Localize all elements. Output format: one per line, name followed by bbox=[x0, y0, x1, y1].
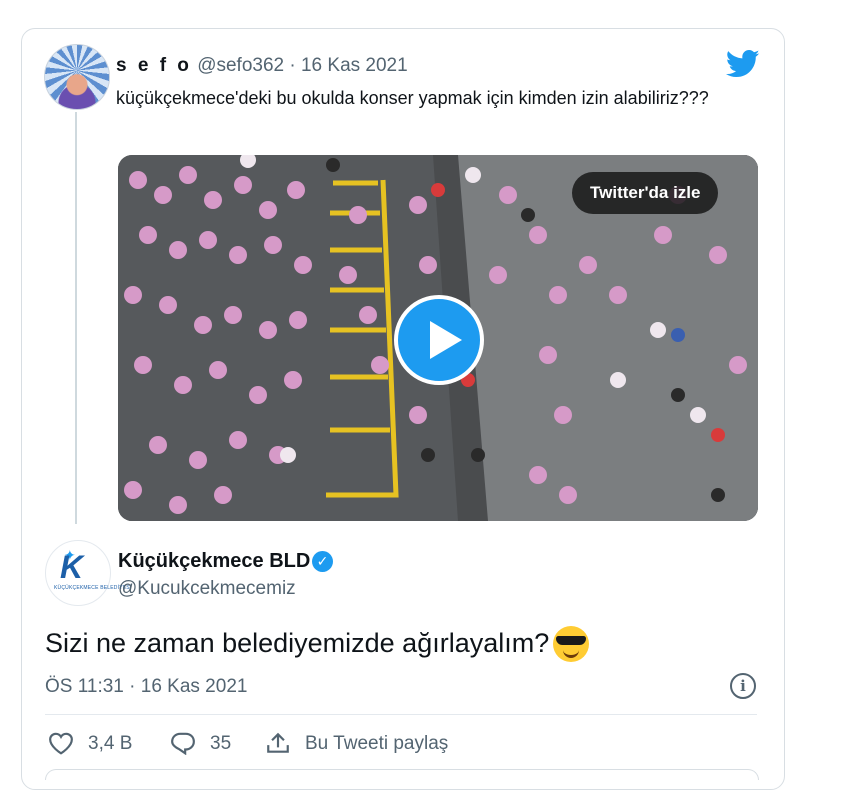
play-icon[interactable] bbox=[394, 295, 484, 385]
reply-count: 35 bbox=[210, 733, 232, 754]
logo-k-mark: K bbox=[60, 549, 84, 585]
share-icon bbox=[267, 732, 289, 753]
watch-on-twitter-button[interactable]: Twitter'da izle bbox=[572, 172, 719, 214]
reply-author-name[interactable]: Küçükçekmece BLD bbox=[118, 550, 310, 573]
quoted-tweet-text: küçükçekmece'deki bu okulda konser yapma… bbox=[116, 88, 709, 108]
quoted-tweet-header: s e f o @sefo362 · 16 Kas 2021 bbox=[116, 55, 408, 77]
quoted-author-name[interactable]: s e f o bbox=[116, 55, 192, 76]
quoted-date[interactable]: 16 Kas 2021 bbox=[301, 55, 408, 76]
sunglasses-emoji bbox=[553, 626, 589, 662]
reply-tweet-text: Sizi ne zaman belediyemizde ağırlayalım? bbox=[45, 628, 550, 658]
twitter-bird-icon[interactable] bbox=[726, 49, 760, 79]
tweet-timestamp[interactable]: ÖS 11:31 · 16 Kas 2021 bbox=[45, 676, 247, 698]
divider bbox=[45, 714, 757, 715]
avatar-sefo[interactable] bbox=[44, 44, 110, 110]
avatar-kucukcekmece[interactable]: ✦ K KÜÇÜKÇEKMECE BELEDİYESİ bbox=[45, 540, 131, 606]
verified-badge-icon: ✓ bbox=[312, 551, 333, 572]
meta-separator: · bbox=[289, 55, 296, 76]
heart-icon bbox=[49, 732, 73, 755]
info-icon[interactable]: i bbox=[730, 673, 756, 699]
share-label: Bu Tweeti paylaş bbox=[305, 733, 449, 754]
thread-line bbox=[75, 112, 77, 524]
reply-icon bbox=[171, 732, 195, 755]
quoted-author-handle[interactable]: @sefo362 bbox=[197, 55, 284, 76]
reply-author-handle[interactable]: @Kucukcekmecemiz bbox=[118, 578, 296, 600]
like-count: 3,4 B bbox=[88, 733, 133, 754]
